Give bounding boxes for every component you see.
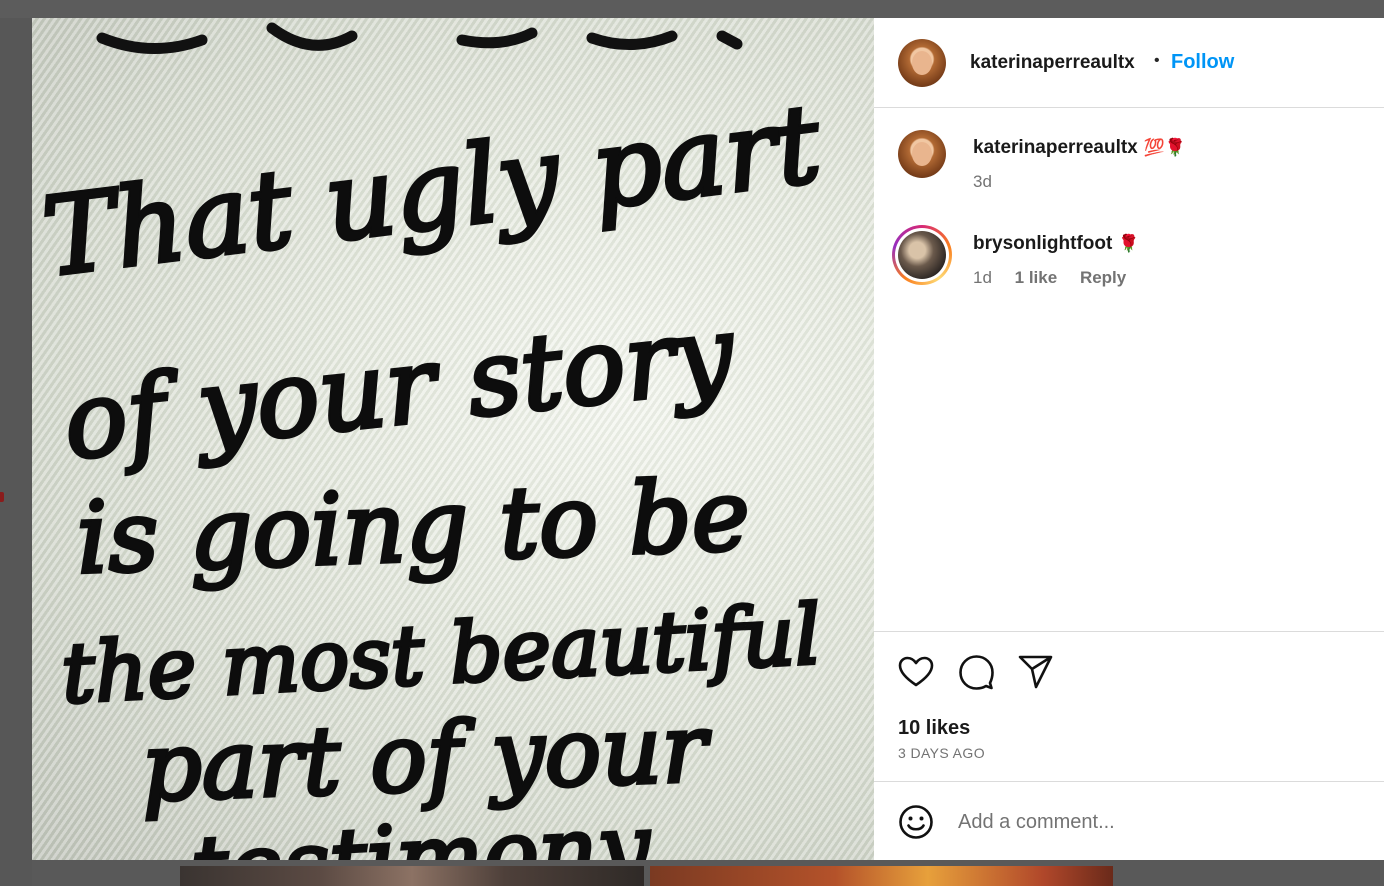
comment-meta: 3d [973,172,1010,192]
comment-avatar[interactable] [898,130,946,178]
handwritten-quote-image: That ugly part of your story is going to… [34,22,829,860]
post-header: katerinaperreaultx • Follow [874,18,1384,108]
reply-button[interactable]: Reply [1080,268,1126,287]
comment-bubble-icon[interactable] [956,652,996,692]
caption-comment: katerinaperreaultx 💯🌹 3d [874,130,1384,210]
backdrop-grid-thumbnail[interactable] [650,866,1113,886]
comment-meta: 1d 1 like Reply [973,268,1144,288]
quote-line-4: the most beautiful [59,588,823,723]
comment-time[interactable]: 1d [973,268,992,287]
comment-composer [874,781,1384,860]
backdrop-notification-mark [0,492,4,502]
post-date[interactable]: 3 DAYS AGO [898,745,985,761]
likes-count[interactable]: 10 likes [898,717,970,740]
smiley-icon[interactable] [896,802,936,842]
post-image[interactable]: That ugly part of your story is going to… [32,18,874,860]
follow-button[interactable]: Follow [1171,51,1234,74]
post-actions: 10 likes 3 DAYS AGO [874,631,1384,781]
separator-dot: • [1154,52,1160,69]
comment-item: brysonlightfoot 🌹 1d 1 like Reply [874,225,1384,316]
comment-username[interactable]: katerinaperreaultx [973,137,1138,158]
story-ring-avatar[interactable] [892,225,952,285]
paper-plane-icon[interactable] [1016,652,1056,692]
comment-time[interactable]: 3d [973,172,992,191]
quote-line-2: of your story [58,292,740,484]
comment-username[interactable]: brysonlightfoot [973,233,1112,254]
backdrop-top-bar [0,0,1384,18]
comment-text: 💯🌹 [1143,138,1187,157]
author-username[interactable]: katerinaperreaultx [970,52,1135,74]
quote-line-1: That ugly part [36,82,827,301]
comment-input[interactable] [958,804,1358,840]
backdrop-grid-thumbnail[interactable] [180,866,644,886]
quote-line-3: is going to be [75,459,752,596]
post-side-panel: katerinaperreaultx • Follow katerinaperr… [874,18,1384,860]
backdrop-left-edge [0,18,32,886]
comment-likes-count[interactable]: 1 like [1015,268,1058,287]
author-avatar[interactable] [898,39,946,87]
heart-icon[interactable] [896,652,936,692]
comment-text: 🌹 [1118,234,1140,253]
